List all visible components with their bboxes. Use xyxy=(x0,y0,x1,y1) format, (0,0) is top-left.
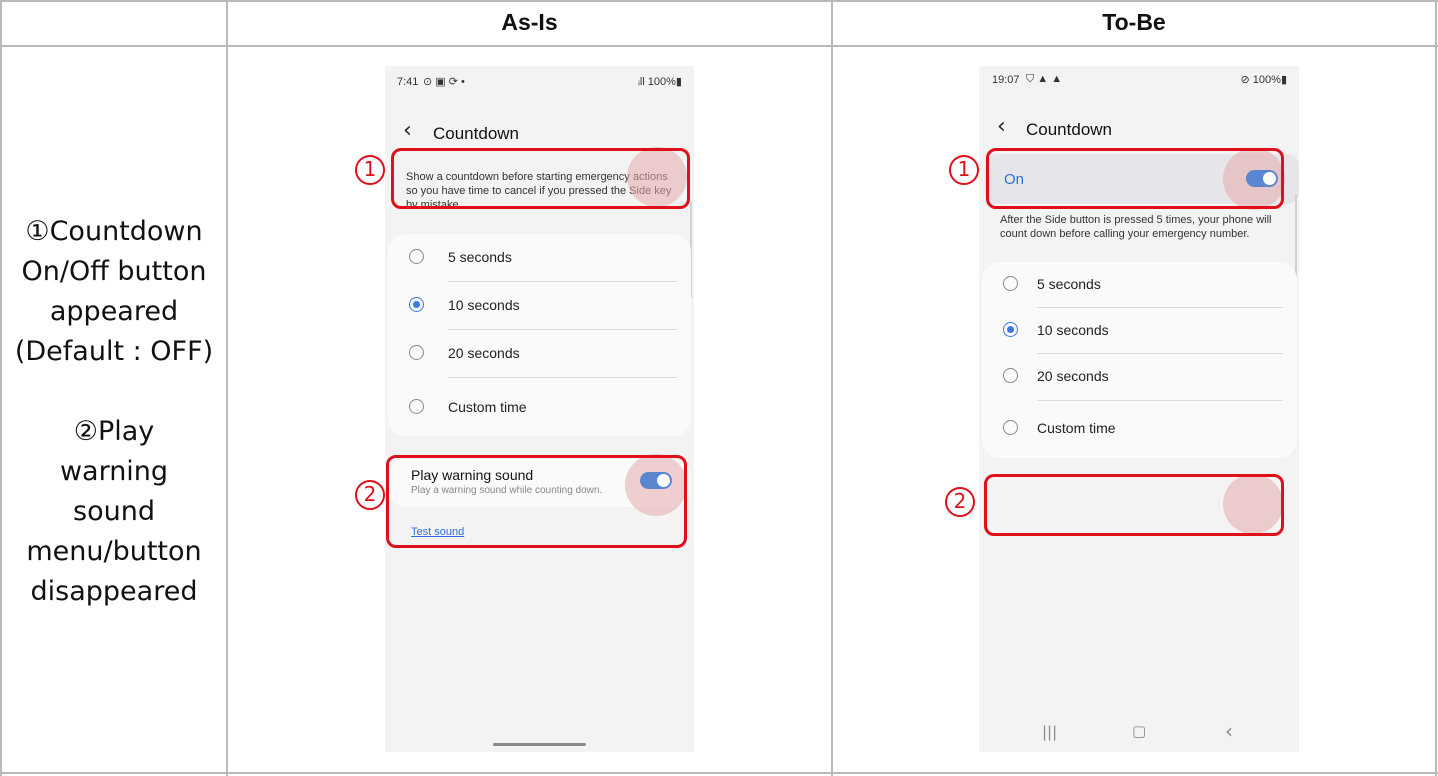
radio-option-selected[interactable]: 10 seconds xyxy=(388,282,691,330)
marker-badge-1: 1 xyxy=(355,155,385,185)
gesture-bar xyxy=(493,743,586,746)
status-time: 7:41 xyxy=(397,76,419,88)
back-arrow-icon[interactable]: ‹ xyxy=(403,118,412,143)
radio-option[interactable]: Custom time xyxy=(388,380,691,428)
column-header-asis: As-Is xyxy=(501,9,558,35)
radio-button[interactable] xyxy=(409,345,424,360)
countdown-description: After the Side button is pressed 5 times… xyxy=(1000,214,1272,240)
table-border-left xyxy=(0,0,2,776)
note-line: appeared xyxy=(49,296,179,327)
duration-options-card: 5 seconds 10 seconds 20 seconds Custom t… xyxy=(982,262,1297,458)
highlight-box-1 xyxy=(986,148,1284,209)
radio-option[interactable]: Custom time xyxy=(982,402,1297,450)
radio-label: 5 seconds xyxy=(448,249,512,265)
status-battery: ⊘ 100%▮ xyxy=(1240,74,1287,86)
radio-label: 5 seconds xyxy=(1037,276,1101,292)
table-header-divider xyxy=(0,45,1438,47)
radio-label: 20 seconds xyxy=(448,345,520,361)
table-border-top xyxy=(0,0,1438,2)
radio-label: 20 seconds xyxy=(1037,368,1109,384)
table-col-divider-1 xyxy=(226,0,228,776)
status-icons: ⛉ ▲ ▲ xyxy=(1026,73,1063,85)
highlight-box-2 xyxy=(984,474,1284,536)
radio-option[interactable]: 5 seconds xyxy=(982,262,1297,310)
radio-button[interactable] xyxy=(1003,276,1018,291)
radio-label: Custom time xyxy=(1037,420,1116,436)
radio-option[interactable]: 5 seconds xyxy=(388,234,691,282)
marker-badge-2: 2 xyxy=(355,480,385,510)
highlight-box-1 xyxy=(391,148,690,209)
radio-option[interactable]: 20 seconds xyxy=(388,330,691,378)
note-line: disappeared xyxy=(30,576,198,607)
page-title: Countdown xyxy=(1026,120,1113,139)
marker-badge-1: 1 xyxy=(949,155,979,185)
status-time: 19:07 xyxy=(992,74,1020,86)
radio-button[interactable] xyxy=(1003,420,1018,435)
radio-button[interactable] xyxy=(409,399,424,414)
note-line: (Default : OFF) xyxy=(14,336,214,367)
radio-label: 10 seconds xyxy=(448,297,520,313)
radio-button[interactable] xyxy=(1003,368,1018,383)
note-gap xyxy=(4,372,224,412)
radio-option[interactable]: 20 seconds xyxy=(982,354,1297,402)
note-line: warning xyxy=(59,456,169,487)
back-nav-icon[interactable]: ‹ xyxy=(1225,719,1233,743)
radio-label: 10 seconds xyxy=(1037,322,1109,338)
status-battery: ᵢll 100%▮ xyxy=(638,76,682,88)
home-icon[interactable]: ▢ xyxy=(1132,722,1146,740)
note-line: ②Play xyxy=(73,416,155,447)
radio-button[interactable] xyxy=(409,297,424,312)
marker-badge-2: 2 xyxy=(945,487,975,517)
radio-label: Custom time xyxy=(448,399,527,415)
radio-button[interactable] xyxy=(409,249,424,264)
status-icons: ⊙ ▣ ⟳ • xyxy=(423,76,465,88)
note-line: On/Off button xyxy=(21,256,207,287)
change-note: ①Countdown On/Off button appeared (Defau… xyxy=(4,212,224,612)
divider xyxy=(1037,400,1283,401)
table-border-bottom xyxy=(0,772,1438,774)
duration-options-card: 5 seconds 10 seconds 20 seconds Custom t… xyxy=(388,234,691,436)
page-title: Countdown xyxy=(433,124,520,143)
table-border-right xyxy=(1435,0,1437,776)
recent-apps-icon[interactable]: ||| xyxy=(1042,723,1057,741)
highlight-box-2 xyxy=(386,455,687,548)
note-line: ①Countdown xyxy=(25,216,203,247)
note-line: sound xyxy=(73,496,155,527)
table-col-divider-2 xyxy=(831,0,833,776)
divider xyxy=(448,377,677,378)
note-line: menu/button xyxy=(26,536,202,567)
back-arrow-icon[interactable]: ‹ xyxy=(997,114,1006,139)
radio-button[interactable] xyxy=(1003,322,1018,337)
column-header-tobe: To-Be xyxy=(1102,9,1166,35)
radio-option-selected[interactable]: 10 seconds xyxy=(982,308,1297,356)
